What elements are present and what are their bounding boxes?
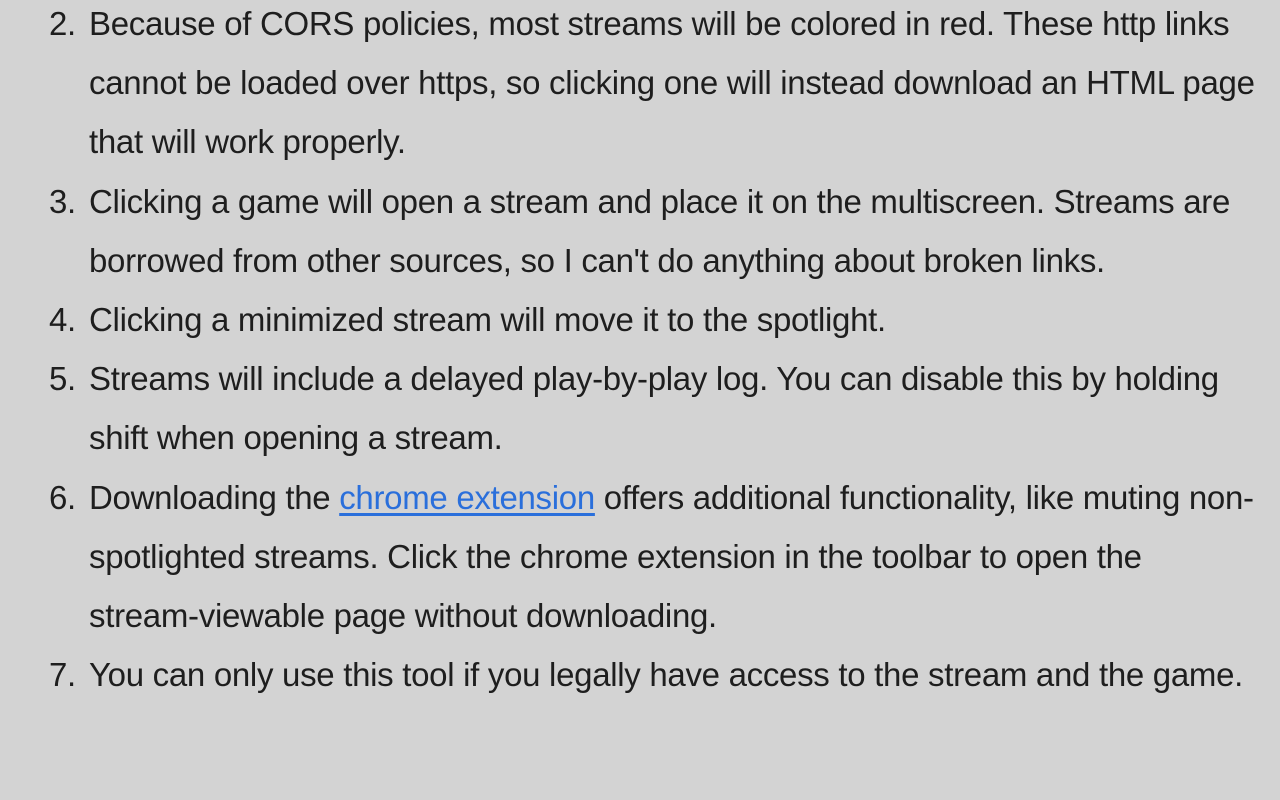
list-item-number: 6.: [49, 478, 76, 516]
chrome-extension-link[interactable]: chrome extension: [339, 479, 595, 516]
list-item-text-before: Downloading the: [89, 478, 340, 516]
list-item-number: 4.: [49, 301, 76, 339]
list-item-text: You can only use this tool if you legall…: [89, 656, 1244, 694]
list-item: 6. Downloading the chrome extension offe…: [49, 468, 1259, 646]
list-item-text: Clicking a game will open a stream and p…: [89, 182, 1231, 279]
list-item-text: Streams will include a delayed play-by-p…: [89, 360, 1219, 457]
list-item: 3. Clicking a game will open a stream an…: [49, 172, 1259, 290]
list-item-number: 5.: [49, 360, 76, 398]
list-item-text: Because of CORS policies, most streams w…: [89, 5, 1255, 161]
list-item: 2. Because of CORS policies, most stream…: [49, 0, 1259, 172]
list-item: 5. Streams will include a delayed play-b…: [49, 349, 1259, 467]
instructions-list: 2. Because of CORS policies, most stream…: [0, 0, 1280, 704]
list-item: 7. You can only use this tool if you leg…: [49, 645, 1259, 704]
list-item-number: 7.: [49, 656, 76, 694]
list-item-number: 2.: [49, 5, 76, 42]
list-item-text: Clicking a minimized stream will move it…: [89, 301, 886, 339]
list-item: 4. Clicking a minimized stream will move…: [49, 290, 1259, 349]
list-item-number: 3.: [49, 182, 76, 220]
